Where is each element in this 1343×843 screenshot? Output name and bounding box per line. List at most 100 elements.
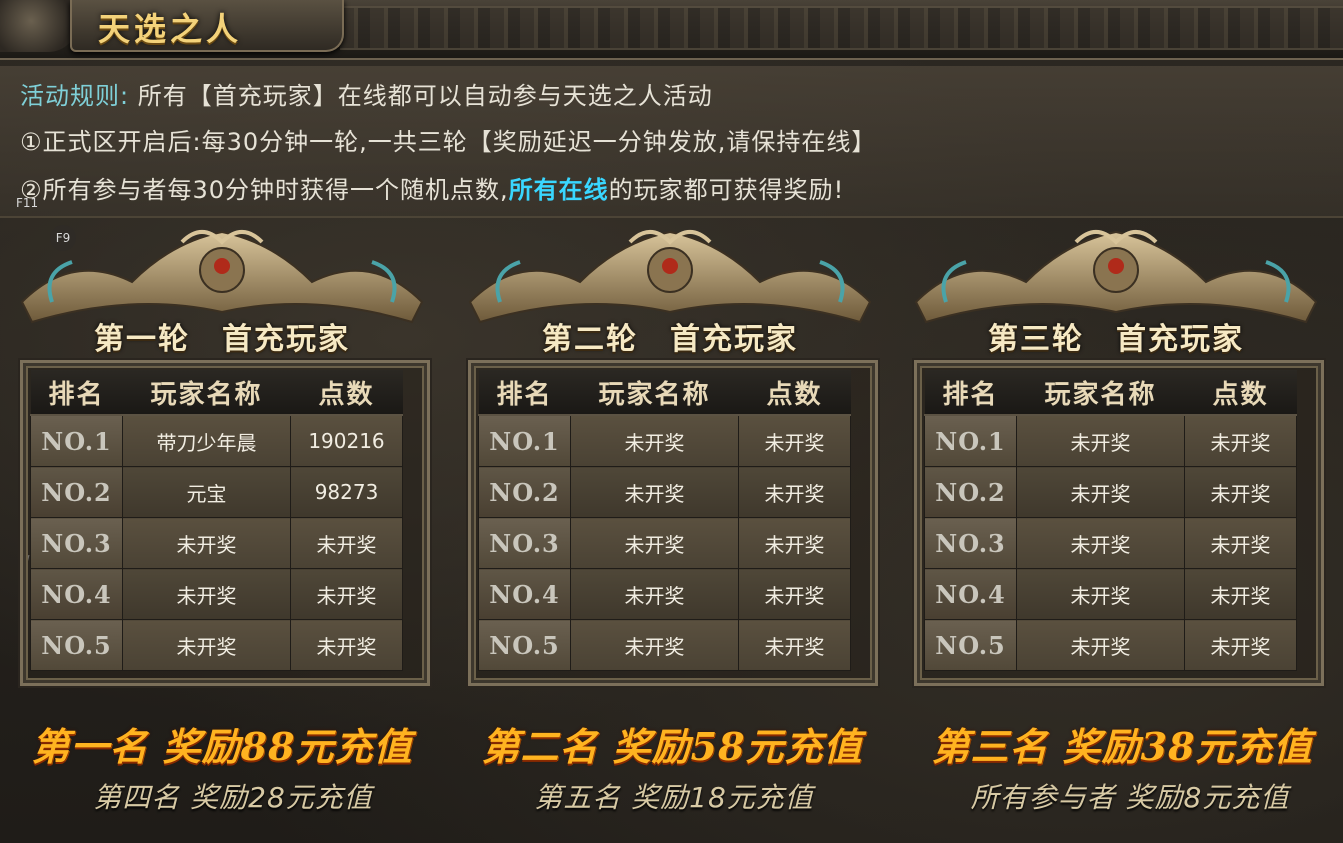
round-title: 第二轮 首充玩家 bbox=[542, 322, 798, 357]
header-name: 玩家名称 bbox=[1016, 370, 1185, 416]
table-row: NO.5 未开奖 未开奖 bbox=[30, 619, 403, 671]
title-bar-ornament bbox=[340, 6, 1343, 50]
player-name-cell: 未开奖 bbox=[1016, 466, 1185, 518]
player-name-cell: 未开奖 bbox=[122, 568, 291, 620]
rank-cell: NO.2 bbox=[478, 466, 571, 518]
round-panel-1: 第一轮 首充玩家 排名 玩家名称 点数 NO.1 带刀少年晨 190216 NO.2 元… bbox=[2, 222, 442, 692]
points-cell: 98273 bbox=[290, 466, 403, 518]
title-bar: 天选之人 bbox=[0, 0, 1343, 60]
points-cell: 未开奖 bbox=[1184, 619, 1297, 671]
player-name-cell: 未开奖 bbox=[1016, 517, 1185, 569]
table-row: NO.5 未开奖 未开奖 bbox=[478, 619, 851, 671]
rule-text-1: 所有【首充玩家】在线都可以自动参与天选之人活动 bbox=[137, 82, 713, 110]
player-name-cell: 未开奖 bbox=[570, 619, 739, 671]
table-row: NO.2 未开奖 未开奖 bbox=[478, 466, 851, 518]
points-cell: 未开奖 bbox=[1184, 568, 1297, 620]
points-cell: 未开奖 bbox=[738, 466, 851, 518]
rank-cell: NO.4 bbox=[478, 568, 571, 620]
reward-sub-3: 所有参与者 奖励8元充值 bbox=[970, 781, 1290, 814]
header-name: 玩家名称 bbox=[570, 370, 739, 416]
reward-main-2: 第二名 奖励58元充值 bbox=[481, 724, 863, 769]
reward-main-1: 第一名 奖励88元充值 bbox=[31, 724, 413, 769]
rank-cell: NO.5 bbox=[30, 619, 123, 671]
header-points: 点数 bbox=[1184, 370, 1297, 416]
table-row: NO.3 未开奖 未开奖 bbox=[30, 517, 403, 569]
table-row: NO.1 未开奖 未开奖 bbox=[478, 414, 851, 467]
rule-text-3-pre: ②所有参与者每30分钟时获得一个随机点数, bbox=[20, 176, 509, 204]
round-panel-3: 第三轮 首充玩家 排名 玩家名称 点数 NO.1 未开奖 未开奖 NO.2 未开奖 未开奖… bbox=[896, 222, 1336, 692]
rule-text-3-post: 的玩家都可获得奖励! bbox=[608, 176, 845, 204]
reward-sub-2: 第五名 奖励18元充值 bbox=[534, 781, 814, 814]
points-cell: 未开奖 bbox=[290, 619, 403, 671]
player-name-cell: 未开奖 bbox=[570, 517, 739, 569]
table-row: NO.2 未开奖 未开奖 bbox=[924, 466, 1297, 518]
header-rank: 排名 bbox=[478, 370, 571, 416]
points-cell: 未开奖 bbox=[1184, 466, 1297, 518]
rank-cell: NO.3 bbox=[478, 517, 571, 569]
rule-highlight: 所有在线 bbox=[508, 176, 609, 204]
table-header-row: 排名 玩家名称 点数 bbox=[30, 370, 403, 416]
points-cell: 190216 bbox=[290, 414, 403, 467]
header-rank: 排名 bbox=[30, 370, 123, 416]
table-row: NO.1 带刀少年晨 190216 bbox=[30, 414, 403, 467]
table-header-row: 排名 玩家名称 点数 bbox=[924, 370, 1297, 416]
table-row: NO.2 元宝 98273 bbox=[30, 466, 403, 518]
points-cell: 未开奖 bbox=[290, 568, 403, 620]
rank-cell: NO.2 bbox=[924, 466, 1017, 518]
table-row: NO.4 未开奖 未开奖 bbox=[30, 568, 403, 620]
player-name-cell: 未开奖 bbox=[570, 466, 739, 518]
rules-section: 活动规则: 所有【首充玩家】在线都可以自动参与天选之人活动 ①正式区开启后:每3… bbox=[0, 66, 1343, 218]
table-row: NO.3 未开奖 未开奖 bbox=[924, 517, 1297, 569]
rank-cell: NO.5 bbox=[924, 619, 1017, 671]
reward-sub-1: 第四名 奖励28元充值 bbox=[93, 781, 373, 814]
rule-line-3: ②所有参与者每30分钟时获得一个随机点数,所有在线的玩家都可获得奖励! bbox=[20, 170, 844, 205]
table-header-row: 排名 玩家名称 点数 bbox=[478, 370, 851, 416]
points-cell: 未开奖 bbox=[738, 568, 851, 620]
corner-ornament-icon bbox=[0, 0, 78, 52]
round-panel-2: 第二轮 首充玩家 排名 玩家名称 点数 NO.1 未开奖 未开奖 NO.2 未开奖 未开奖… bbox=[450, 222, 890, 692]
round-title: 第一轮 首充玩家 bbox=[94, 322, 350, 357]
rank-cell: NO.1 bbox=[478, 414, 571, 467]
points-cell: 未开奖 bbox=[290, 517, 403, 569]
hotkey-f11[interactable]: F11 bbox=[16, 196, 38, 210]
header-points: 点数 bbox=[290, 370, 403, 416]
points-cell: 未开奖 bbox=[738, 619, 851, 671]
table-row: NO.4 未开奖 未开奖 bbox=[924, 568, 1297, 620]
points-cell: 未开奖 bbox=[1184, 517, 1297, 569]
rank-cell: NO.3 bbox=[924, 517, 1017, 569]
points-cell: 未开奖 bbox=[1184, 414, 1297, 467]
player-name-cell: 元宝 bbox=[122, 466, 291, 518]
rule-line-2: ①正式区开启后:每30分钟一轮,一共三轮【奖励延迟一分钟发放,请保持在线】 bbox=[20, 128, 877, 156]
points-cell: 未开奖 bbox=[738, 414, 851, 467]
rank-cell: NO.5 bbox=[478, 619, 571, 671]
rank-cell: NO.3 bbox=[30, 517, 123, 569]
rules-label: 活动规则: bbox=[20, 82, 130, 110]
reward-main-3: 第三名 奖励38元充值 bbox=[931, 724, 1313, 769]
rank-cell: NO.1 bbox=[30, 414, 123, 467]
points-cell: 未开奖 bbox=[738, 517, 851, 569]
table-row: NO.4 未开奖 未开奖 bbox=[478, 568, 851, 620]
rank-cell: NO.4 bbox=[30, 568, 123, 620]
player-name-cell: 带刀少年晨 bbox=[122, 414, 291, 467]
table-row: NO.3 未开奖 未开奖 bbox=[478, 517, 851, 569]
header-name: 玩家名称 bbox=[122, 370, 291, 416]
player-name-cell: 未开奖 bbox=[570, 568, 739, 620]
rank-cell: NO.4 bbox=[924, 568, 1017, 620]
ranking-table: 排名 玩家名称 点数 NO.1 带刀少年晨 190216 NO.2 元宝 98273 NO.… bbox=[30, 370, 403, 671]
ranking-table: 排名 玩家名称 点数 NO.1 未开奖 未开奖 NO.2 未开奖 未开奖 NO.3 未开奖 未开… bbox=[924, 370, 1297, 671]
header-points: 点数 bbox=[738, 370, 851, 416]
rank-cell: NO.2 bbox=[30, 466, 123, 518]
player-name-cell: 未开奖 bbox=[1016, 568, 1185, 620]
rule-line-1: 活动规则: 所有【首充玩家】在线都可以自动参与天选之人活动 bbox=[20, 76, 713, 111]
ranking-table: 排名 玩家名称 点数 NO.1 未开奖 未开奖 NO.2 未开奖 未开奖 NO.3 未开奖 未开… bbox=[478, 370, 851, 671]
page-title: 天选之人 bbox=[98, 10, 243, 48]
round-title: 第三轮 首充玩家 bbox=[988, 322, 1244, 357]
player-name-cell: 未开奖 bbox=[570, 414, 739, 467]
player-name-cell: 未开奖 bbox=[1016, 619, 1185, 671]
player-name-cell: 未开奖 bbox=[122, 619, 291, 671]
player-name-cell: 未开奖 bbox=[122, 517, 291, 569]
header-rank: 排名 bbox=[924, 370, 1017, 416]
table-row: NO.1 未开奖 未开奖 bbox=[924, 414, 1297, 467]
table-row: NO.5 未开奖 未开奖 bbox=[924, 619, 1297, 671]
rank-cell: NO.1 bbox=[924, 414, 1017, 467]
